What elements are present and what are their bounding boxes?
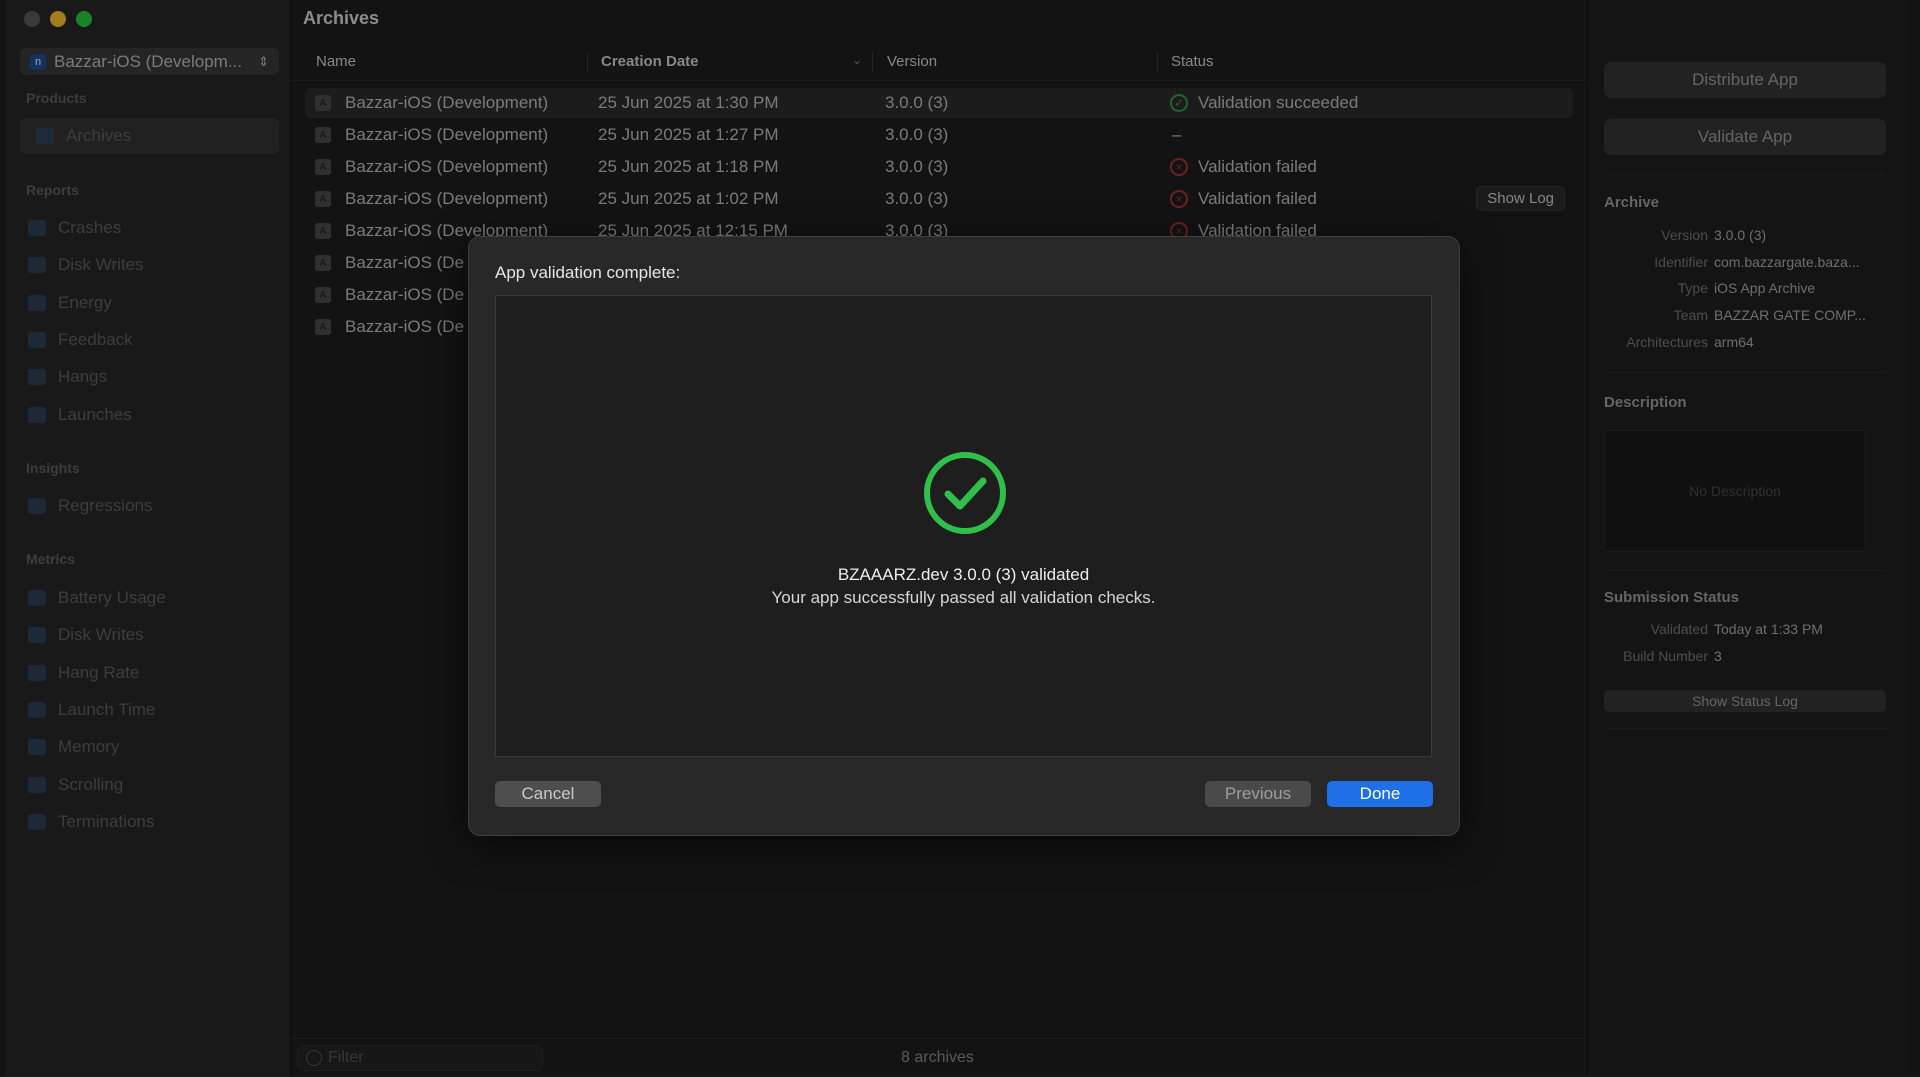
dialog-title: App validation complete: bbox=[495, 263, 681, 282]
checkmark-circle-icon bbox=[924, 452, 1006, 534]
previous-button[interactable]: Previous bbox=[1205, 781, 1311, 807]
validation-headline: BZAAARZ.dev 3.0.0 (3) validated bbox=[837, 565, 1090, 584]
validation-message: Your app successfully passed all validat… bbox=[771, 588, 1156, 607]
dialog-content: BZAAARZ.dev 3.0.0 (3) validated Your app… bbox=[495, 295, 1432, 757]
validation-dialog: App validation complete: BZAAARZ.dev 3.0… bbox=[468, 236, 1460, 836]
done-button[interactable]: Done bbox=[1327, 781, 1433, 807]
cancel-button[interactable]: Cancel bbox=[495, 781, 601, 807]
